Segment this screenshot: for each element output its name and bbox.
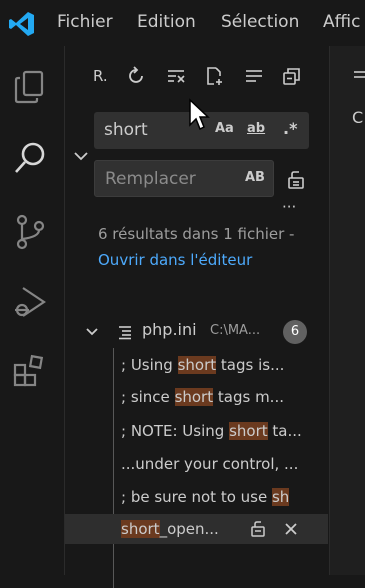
- match-text: ; Using: [121, 356, 178, 374]
- match-highlight: short: [177, 356, 217, 374]
- match-text: ; be sure not to use: [121, 488, 272, 506]
- tree-indent-guide: [113, 348, 114, 588]
- explorer-icon[interactable]: [8, 64, 52, 108]
- match-text: tags is...: [216, 356, 285, 374]
- toggle-replace-chevron-icon[interactable]: [71, 146, 91, 166]
- match-case-toggle[interactable]: Aa: [215, 120, 234, 138]
- file-result-row[interactable]: php.ini C:\MA... 6: [65, 319, 328, 345]
- match-text: _open...: [159, 520, 219, 538]
- menu-edition[interactable]: Edition: [137, 10, 196, 34]
- match-text: ta...: [267, 422, 302, 440]
- view-as-tree-icon[interactable]: [239, 62, 269, 90]
- match-text: ; NOTE: Using: [121, 422, 230, 440]
- replace-icon[interactable]: [249, 520, 267, 538]
- editor-tab-label[interactable]: C: [352, 108, 363, 127]
- replace-all-icon[interactable]: [281, 166, 311, 194]
- match-text: ; since: [121, 388, 175, 406]
- new-search-editor-icon[interactable]: [199, 62, 229, 90]
- whole-word-toggle[interactable]: ab: [247, 120, 265, 138]
- menu-affichage[interactable]: Affic: [323, 10, 360, 34]
- file-lines-icon: [119, 326, 131, 340]
- match-line[interactable]: ; NOTE: Using short ta...: [121, 416, 328, 446]
- editor-area: C: [329, 46, 365, 575]
- results-count-text: 6 résultats dans 1 fichier -: [98, 225, 295, 243]
- dismiss-close-icon[interactable]: [283, 521, 299, 537]
- open-in-editor-link[interactable]: Ouvrir dans l'éditeur: [98, 251, 252, 269]
- match-highlight: short: [174, 388, 214, 406]
- search-icon[interactable]: [8, 136, 52, 180]
- match-text: tags m...: [213, 388, 284, 406]
- more-options-button[interactable]: ···: [282, 198, 296, 216]
- collapse-all-icon[interactable]: [277, 62, 307, 90]
- result-count-badge: 6: [283, 320, 307, 344]
- match-line[interactable]: ...under your control, ...: [121, 449, 328, 479]
- search-input-value: short: [104, 120, 148, 140]
- menu-fichier[interactable]: Fichier: [57, 10, 113, 34]
- match-highlight: sh: [271, 488, 290, 506]
- mouse-pointer-icon: [189, 98, 210, 131]
- results-summary: 6 résultats dans 1 fichier - Ouvrir dans…: [98, 221, 313, 273]
- editor-tab-list-icon[interactable]: [352, 68, 365, 82]
- menu-bar: Fichier Edition Sélection Affic: [0, 0, 365, 46]
- match-line[interactable]: ; Using short tags is...: [121, 350, 328, 380]
- run-debug-icon[interactable]: [8, 280, 52, 324]
- refresh-icon[interactable]: [121, 62, 151, 90]
- clear-results-icon[interactable]: [161, 62, 191, 90]
- match-text-wrap: short_open...: [121, 514, 219, 544]
- match-line-selected[interactable]: short_open...: [65, 514, 328, 544]
- search-view-title: R.: [93, 67, 108, 85]
- match-highlight: short: [121, 520, 160, 538]
- file-path: C:\MA...: [210, 323, 261, 338]
- match-text: ...under your control, ...: [121, 455, 299, 473]
- match-line[interactable]: ; since short tags m...: [121, 382, 328, 412]
- regex-toggle[interactable]: .*: [283, 120, 297, 138]
- vscode-logo-icon: [9, 12, 34, 36]
- preserve-case-toggle[interactable]: AB: [245, 169, 265, 187]
- file-name: php.ini: [142, 320, 197, 339]
- match-line[interactable]: ; be sure not to use sh: [121, 482, 328, 512]
- extensions-icon[interactable]: [8, 350, 52, 394]
- activity-bar: [0, 46, 65, 575]
- source-control-icon[interactable]: [8, 210, 52, 254]
- replace-input-placeholder: Remplacer: [105, 169, 196, 189]
- menu-selection[interactable]: Sélection: [221, 10, 299, 34]
- match-highlight: short: [229, 422, 268, 440]
- chevron-down-icon[interactable]: [83, 323, 101, 341]
- replace-input[interactable]: Remplacer AB: [94, 160, 274, 197]
